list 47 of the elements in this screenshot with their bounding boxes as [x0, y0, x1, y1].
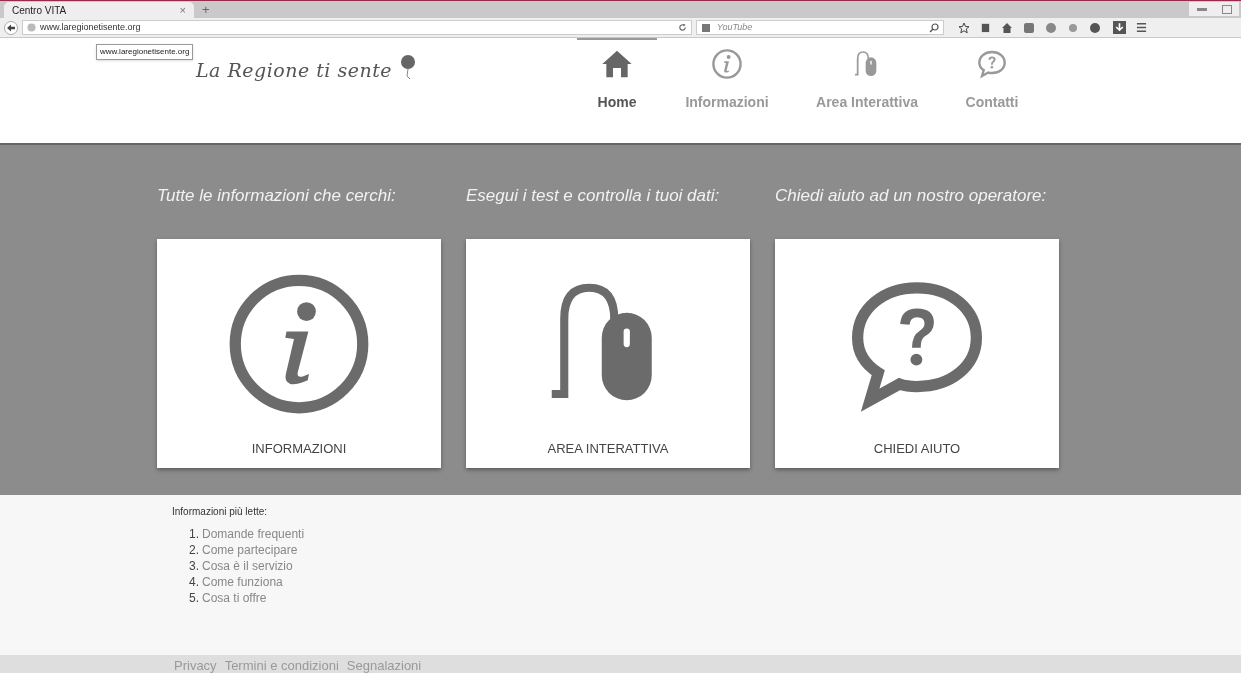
section-heading: Esegui i test e controlla i tuoi dati: — [466, 185, 721, 207]
question-icon — [976, 48, 1008, 80]
list-number: 4. — [189, 574, 199, 590]
section-heading: Tutte le informazioni che cerchi: — [157, 185, 397, 207]
home-icon — [601, 48, 633, 80]
info-icon — [711, 48, 743, 80]
list-title: Informazioni più lette: — [172, 505, 269, 519]
section-card[interactable]: AREA INTERATTIVA — [466, 239, 750, 468]
site-logo[interactable]: La Regione ti sente — [196, 56, 393, 85]
footer-link[interactable]: Privacy — [174, 658, 217, 673]
new-tab-button[interactable]: + — [202, 2, 210, 18]
card-label: AREA INTERATTIVA — [547, 439, 669, 458]
download-icon[interactable] — [1113, 21, 1126, 34]
browser-tab[interactable]: Centro VITA × — [4, 2, 194, 18]
tab-close-button[interactable]: × — [179, 1, 186, 19]
star-icon[interactable] — [958, 21, 970, 34]
nav-item[interactable]: Contatti — [937, 38, 1047, 143]
home-icon[interactable] — [1001, 21, 1013, 34]
list-link[interactable]: Come partecipare — [202, 542, 298, 558]
footer-link[interactable]: Segnalazioni — [346, 658, 422, 673]
list-link[interactable]: Domande frequenti — [202, 526, 305, 542]
card-label: CHIEDI AIUTO — [873, 439, 961, 458]
search-icon[interactable] — [929, 22, 939, 33]
address-bar[interactable]: www.laregionetisente.org — [22, 20, 692, 35]
window-controls-icon[interactable] — [1189, 2, 1239, 16]
tooltip: www.laregionetisente.org — [96, 44, 194, 60]
list-number: 5. — [189, 590, 199, 606]
list-number: 1. — [189, 526, 199, 542]
nav-item[interactable]: Home — [577, 38, 657, 143]
card-label: INFORMAZIONI — [251, 439, 347, 458]
section-heading: Chiedi aiuto ad un nostro operatore: — [775, 185, 1048, 207]
list-number: 3. — [189, 558, 199, 574]
nav-item[interactable]: Area Interattiva — [797, 38, 937, 143]
section-card[interactable]: CHIEDI AIUTO — [775, 239, 1059, 468]
back-icon[interactable] — [4, 20, 18, 35]
balloon-icon — [400, 54, 417, 80]
nav-item[interactable]: Informazioni — [657, 38, 797, 143]
reload-icon[interactable] — [678, 23, 687, 32]
list-number: 2. — [189, 542, 199, 558]
footer-link[interactable]: Termini e condizioni — [224, 658, 339, 673]
list-link[interactable]: Come funziona — [202, 574, 283, 590]
menu-icon[interactable] — [1136, 22, 1147, 33]
list-link[interactable]: Cosa è il servizio — [202, 558, 293, 574]
search-input[interactable]: YouTube — [717, 20, 923, 35]
search-field[interactable]: YouTube — [696, 20, 944, 35]
section-card[interactable]: INFORMAZIONI — [157, 239, 441, 468]
list-link[interactable]: Cosa ti offre — [202, 590, 267, 606]
